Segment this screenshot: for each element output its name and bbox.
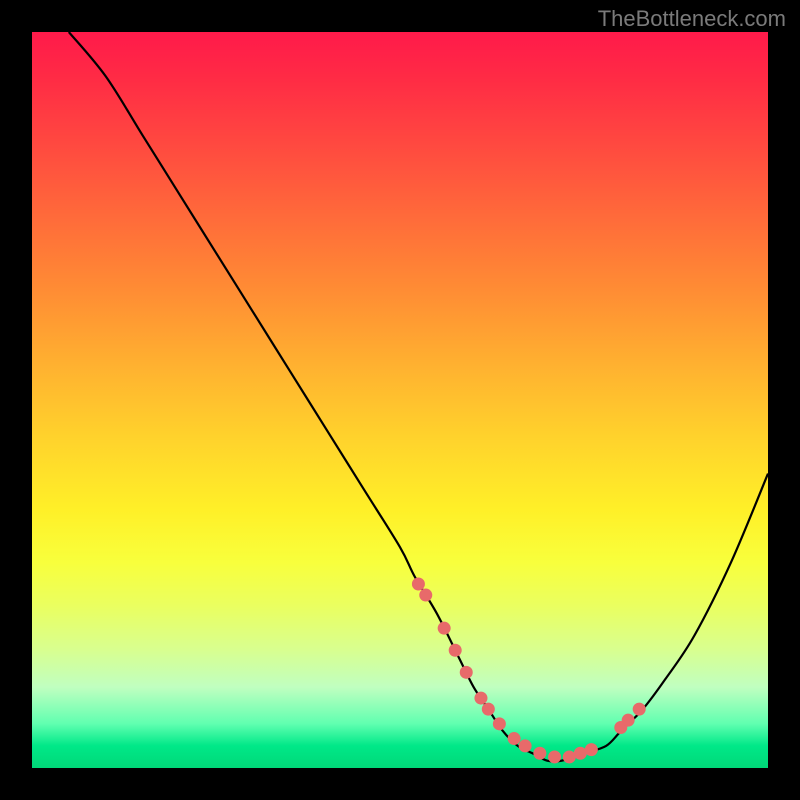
marker-dot [508, 732, 521, 745]
marker-dot [438, 622, 451, 635]
chart-plot-area [32, 32, 768, 768]
bottleneck-curve [69, 32, 768, 762]
marker-dot [449, 644, 462, 657]
marker-dot [533, 747, 546, 760]
marker-dot [474, 692, 487, 705]
chart-svg [32, 32, 768, 768]
marker-dot [412, 578, 425, 591]
marker-dot [493, 717, 506, 730]
marker-dot [460, 666, 473, 679]
marker-dot [633, 703, 646, 716]
marker-dot [574, 747, 587, 760]
marker-dot [519, 739, 532, 752]
marker-dots-group [412, 578, 646, 764]
marker-dot [563, 750, 576, 763]
marker-dot [585, 743, 598, 756]
marker-dot [419, 589, 432, 602]
marker-dot [548, 750, 561, 763]
attribution-text: TheBottleneck.com [598, 6, 786, 32]
marker-dot [482, 703, 495, 716]
marker-dot [622, 714, 635, 727]
